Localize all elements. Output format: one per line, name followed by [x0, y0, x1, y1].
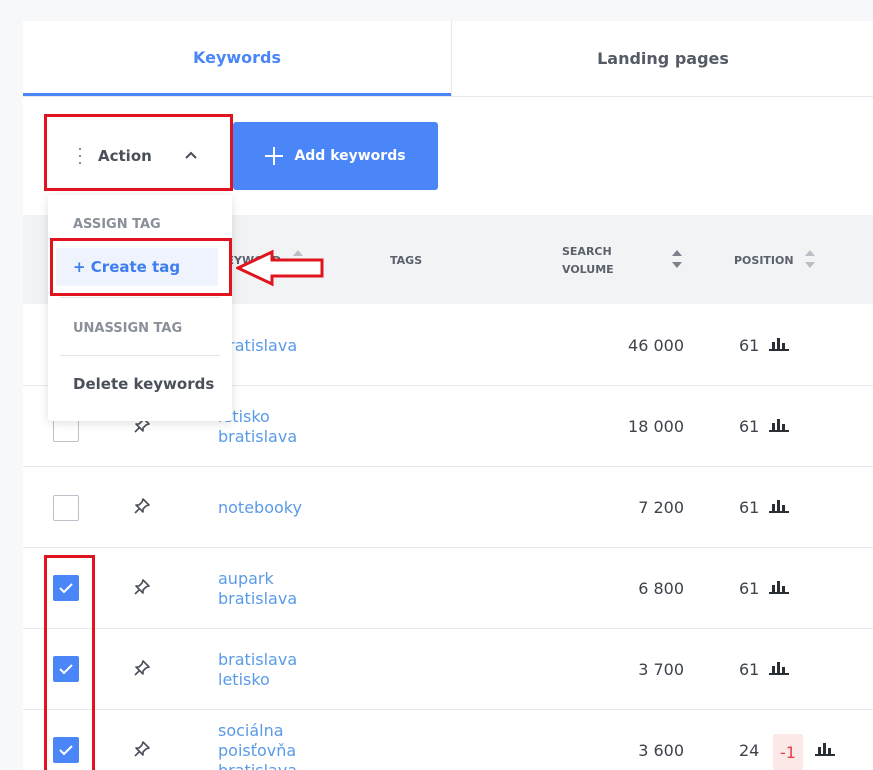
keyword-link[interactable]: bratislava: [218, 427, 297, 447]
search-volume: 3 600: [638, 741, 684, 760]
annotation-highlight-checkboxes: [44, 555, 95, 770]
keyword-link[interactable]: bratislava: [218, 650, 297, 670]
menu-divider: [60, 355, 220, 356]
table-row: bratislava letisko 3 700 61: [23, 629, 873, 710]
keyword-link[interactable]: sociálna: [218, 721, 284, 741]
bar-chart-icon[interactable]: [769, 499, 789, 513]
column-header-search-volume-line1[interactable]: SEARCH: [562, 243, 612, 260]
search-volume: 3 700: [638, 660, 684, 679]
bar-chart-icon[interactable]: [769, 661, 789, 675]
keyword-link[interactable]: bratislava: [218, 589, 297, 609]
row-checkbox[interactable]: [53, 495, 79, 521]
column-header-search-volume-line2[interactable]: VOLUME: [562, 261, 614, 278]
column-header-tags: TAGS: [390, 254, 423, 267]
pin-icon[interactable]: [133, 578, 151, 596]
menu-divider: [60, 297, 220, 298]
bar-chart-icon[interactable]: [769, 337, 789, 351]
table-row: sociálna poisťovňa bratislava 3 600 24 -…: [23, 710, 873, 770]
annotation-arrow-icon: [236, 249, 324, 287]
search-volume: 18 000: [628, 417, 684, 436]
column-header-position[interactable]: POSITION: [734, 252, 794, 269]
tab-landing-pages[interactable]: Landing pages: [451, 21, 873, 96]
delete-keywords-menu-item[interactable]: Delete keywords: [73, 375, 214, 393]
search-volume: 6 800: [638, 579, 684, 598]
position-value: 61: [739, 498, 760, 517]
position-value: 61: [739, 336, 760, 355]
keyword-link[interactable]: poisťovňa: [218, 741, 296, 761]
action-dropdown-menu: ASSIGN TAG + Create tag UNASSIGN TAG Del…: [48, 195, 232, 421]
table-row: aupark bratislava 6 800 61: [23, 548, 873, 629]
position-change-badge: -1: [773, 734, 803, 770]
tab-bar: Keywords Landing pages: [23, 21, 873, 97]
position-value: 24: [739, 741, 760, 760]
pin-icon[interactable]: [133, 497, 151, 515]
keyword-link[interactable]: notebooky: [218, 498, 302, 518]
tab-keywords[interactable]: Keywords: [23, 21, 451, 96]
bar-chart-icon[interactable]: [769, 580, 789, 594]
add-keywords-button[interactable]: Add keywords: [233, 122, 438, 190]
position-value: 61: [739, 417, 760, 436]
search-volume: 7 200: [638, 498, 684, 517]
pin-icon[interactable]: [133, 659, 151, 677]
bar-chart-icon[interactable]: [815, 742, 835, 756]
unassign-tag-heading: UNASSIGN TAG: [73, 321, 183, 336]
keyword-link[interactable]: bratislava: [218, 761, 297, 770]
bar-chart-icon[interactable]: [769, 418, 789, 432]
plus-icon: [265, 147, 284, 165]
add-keywords-label: Add keywords: [294, 148, 406, 164]
pin-icon[interactable]: [133, 740, 151, 758]
assign-tag-heading: ASSIGN TAG: [73, 217, 161, 232]
annotation-highlight-action: [44, 114, 233, 191]
search-volume: 46 000: [628, 336, 684, 355]
sort-icon[interactable]: [804, 248, 816, 270]
position-value: 61: [739, 579, 760, 598]
keyword-link[interactable]: aupark: [218, 569, 274, 589]
annotation-highlight-create-tag: [50, 238, 232, 296]
keyword-link[interactable]: letisko: [218, 670, 270, 690]
table-row: notebooky 7 200 61: [23, 467, 873, 548]
position-value: 61: [739, 660, 760, 679]
sort-icon[interactable]: [671, 248, 683, 270]
